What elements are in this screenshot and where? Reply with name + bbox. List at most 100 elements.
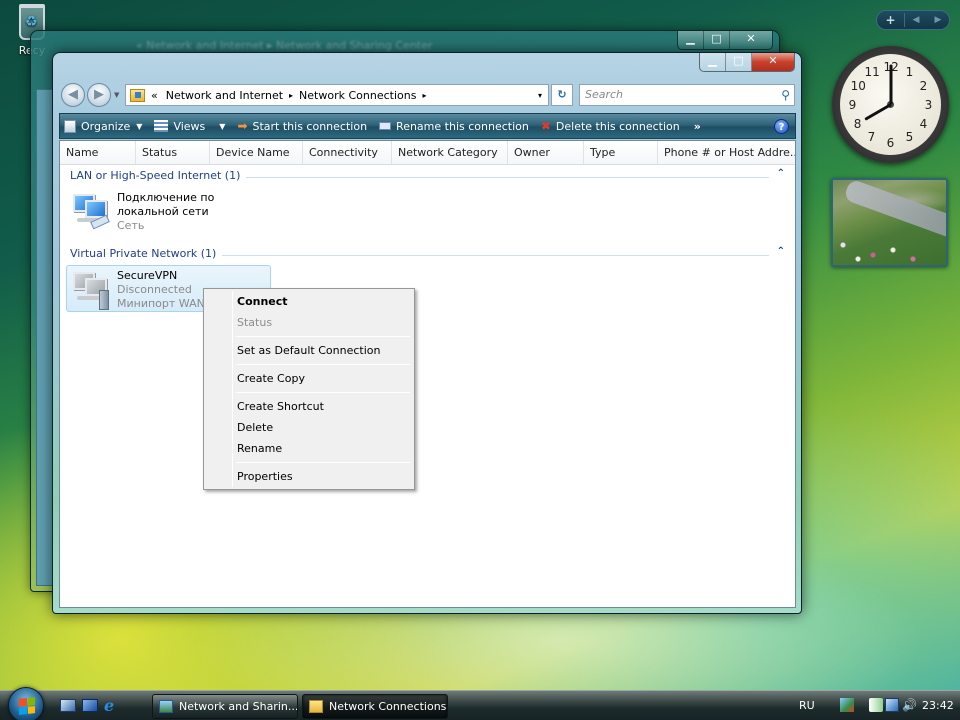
rename-icon: [379, 122, 392, 130]
clock-number: 7: [867, 130, 876, 145]
taskbar-network-connections[interactable]: Network Connections: [302, 694, 448, 719]
network-connections-window: ▁ □ ✕ ◀ ▶ ▼ « Network and Internet ▸ Net…: [52, 52, 802, 614]
network-center-icon: [159, 700, 173, 713]
close-button[interactable]: ✕: [752, 53, 794, 71]
network-computer-icon: [71, 192, 113, 232]
task-label: Network Connections: [329, 700, 447, 713]
clock-number: 2: [919, 78, 928, 93]
column-header-owner[interactable]: Owner: [508, 141, 584, 164]
column-header-connectivity[interactable]: Connectivity: [303, 141, 392, 164]
network-status-icon[interactable]: [885, 698, 899, 712]
recent-pages-dropdown[interactable]: ▼: [114, 91, 119, 99]
column-header-phone-host[interactable]: Phone # or Host Addre...: [658, 141, 795, 164]
views-icon: [154, 120, 169, 132]
arrow-right-icon: ➡: [237, 119, 248, 133]
breadcrumb-network-and-internet[interactable]: Network and Internet: [166, 89, 283, 102]
add-gadget-button[interactable]: +: [877, 13, 905, 27]
menu-item-set-default[interactable]: Set as Default Connection: [206, 340, 412, 361]
group-header-vpn[interactable]: Virtual Private Network (1) ⌃: [60, 245, 795, 265]
connection-status: Сеть: [117, 219, 145, 232]
minimize-button[interactable]: ▁: [700, 53, 726, 71]
maximize-button[interactable]: □: [704, 31, 730, 49]
help-icon[interactable]: ?: [774, 118, 789, 134]
search-input[interactable]: Search ⚲: [579, 84, 795, 106]
window-controls: ▁ □ ✕: [699, 53, 795, 72]
clock-gadget[interactable]: 121234567891011: [832, 46, 949, 163]
next-page-button[interactable]: ▶: [927, 15, 949, 25]
views-label: Views: [173, 119, 206, 133]
address-overflow[interactable]: «: [151, 89, 158, 102]
file-list: Name Status Device Name Connectivity Net…: [59, 140, 796, 608]
views-button[interactable]: Views ▼: [154, 120, 225, 133]
clock-time[interactable]: 23:42: [922, 699, 954, 712]
menu-item-create-copy[interactable]: Create Copy: [206, 368, 412, 389]
menu-separator: [236, 462, 410, 463]
minimize-button[interactable]: ▁: [678, 31, 704, 49]
clock-face: 121234567891011: [840, 54, 941, 155]
clock-number: 11: [864, 64, 880, 79]
internet-explorer-icon[interactable]: e: [104, 698, 120, 714]
power-icon[interactable]: [869, 698, 883, 712]
menu-item-rename[interactable]: Rename: [206, 438, 412, 459]
taskbar-network-sharing-center[interactable]: Network and Sharin...: [152, 694, 298, 719]
search-icon[interactable]: ⚲: [781, 85, 790, 105]
collapse-icon[interactable]: ⌃: [777, 168, 785, 179]
clock-minute-hand: [889, 64, 892, 105]
delete-x-icon: ✖: [540, 119, 551, 133]
organize-label: Organize: [81, 119, 131, 133]
more-commands-button[interactable]: »: [694, 120, 701, 133]
menu-item-status: Status: [237, 316, 273, 329]
organize-icon: [64, 119, 76, 133]
connection-name: Подключение по локальной сети: [117, 191, 215, 218]
organize-button[interactable]: Organize ▼: [64, 119, 143, 133]
refresh-button[interactable]: ↻: [551, 84, 573, 106]
switch-windows-icon[interactable]: [82, 699, 98, 712]
previous-page-button[interactable]: ◀: [905, 15, 927, 25]
address-bar[interactable]: « Network and Internet ▸ Network Connect…: [125, 84, 549, 106]
clock-number: 5: [905, 130, 914, 145]
list-item-local-connection[interactable]: Подключение по локальной сети Сеть: [66, 187, 271, 239]
back-button[interactable]: ◀: [61, 83, 85, 107]
menu-item-connect[interactable]: Connect: [206, 291, 412, 312]
address-dropdown-icon[interactable]: ▾: [538, 91, 542, 100]
forward-button[interactable]: ▶: [87, 83, 111, 107]
menu-item-create-shortcut[interactable]: Create Shortcut: [206, 396, 412, 417]
delete-connection-label: Delete this connection: [555, 119, 680, 133]
menu-item-delete[interactable]: Delete: [206, 417, 412, 438]
start-connection-button[interactable]: ➡ Start this connection: [237, 119, 367, 133]
menu-item-properties[interactable]: Properties: [206, 466, 412, 487]
rename-connection-button[interactable]: Rename this connection: [379, 120, 529, 133]
column-header-type[interactable]: Type: [584, 141, 658, 164]
breadcrumb-separator-icon[interactable]: ▸: [289, 91, 293, 100]
chevron-down-icon: ▼: [136, 121, 143, 131]
column-header-network-category[interactable]: Network Category: [392, 141, 508, 164]
group-header-lan[interactable]: LAN or High-Speed Internet (1) ⌃: [60, 167, 795, 187]
volume-icon[interactable]: 🔊: [902, 698, 918, 712]
breadcrumb-separator-icon[interactable]: ▸: [422, 91, 426, 100]
column-header-name[interactable]: Name: [60, 141, 136, 164]
collapse-icon[interactable]: ⌃: [777, 246, 785, 257]
group-title: LAN or High-Speed Internet (1): [70, 169, 247, 182]
language-indicator[interactable]: RU: [799, 699, 815, 712]
task-label: Network and Sharin...: [179, 700, 298, 713]
delete-connection-button[interactable]: ✖ Delete this connection: [541, 119, 680, 133]
group-title: Virtual Private Network (1): [70, 247, 223, 260]
taskbar: e Network and Sharin... Network Connecti…: [0, 687, 960, 720]
windows-update-icon[interactable]: [840, 698, 854, 712]
clock-number: 9: [848, 97, 857, 112]
column-header-device-name[interactable]: Device Name: [210, 141, 303, 164]
start-connection-label: Start this connection: [252, 119, 368, 133]
navigation-bar: ◀ ▶ ▼ « Network and Internet ▸ Network C…: [61, 83, 795, 109]
clock-number: 6: [886, 135, 895, 150]
show-desktop-icon[interactable]: [60, 699, 76, 712]
clock-number: 4: [919, 116, 928, 131]
clock-number: 8: [853, 116, 862, 131]
close-button[interactable]: ✕: [730, 31, 772, 49]
search-placeholder: Search: [585, 88, 624, 101]
start-button[interactable]: [8, 687, 44, 720]
column-header-status[interactable]: Status: [136, 141, 210, 164]
chevron-down-icon: ▼: [219, 121, 226, 131]
slideshow-gadget[interactable]: [831, 178, 948, 267]
maximize-button[interactable]: □: [726, 53, 752, 71]
breadcrumb-network-connections[interactable]: Network Connections: [299, 89, 416, 102]
